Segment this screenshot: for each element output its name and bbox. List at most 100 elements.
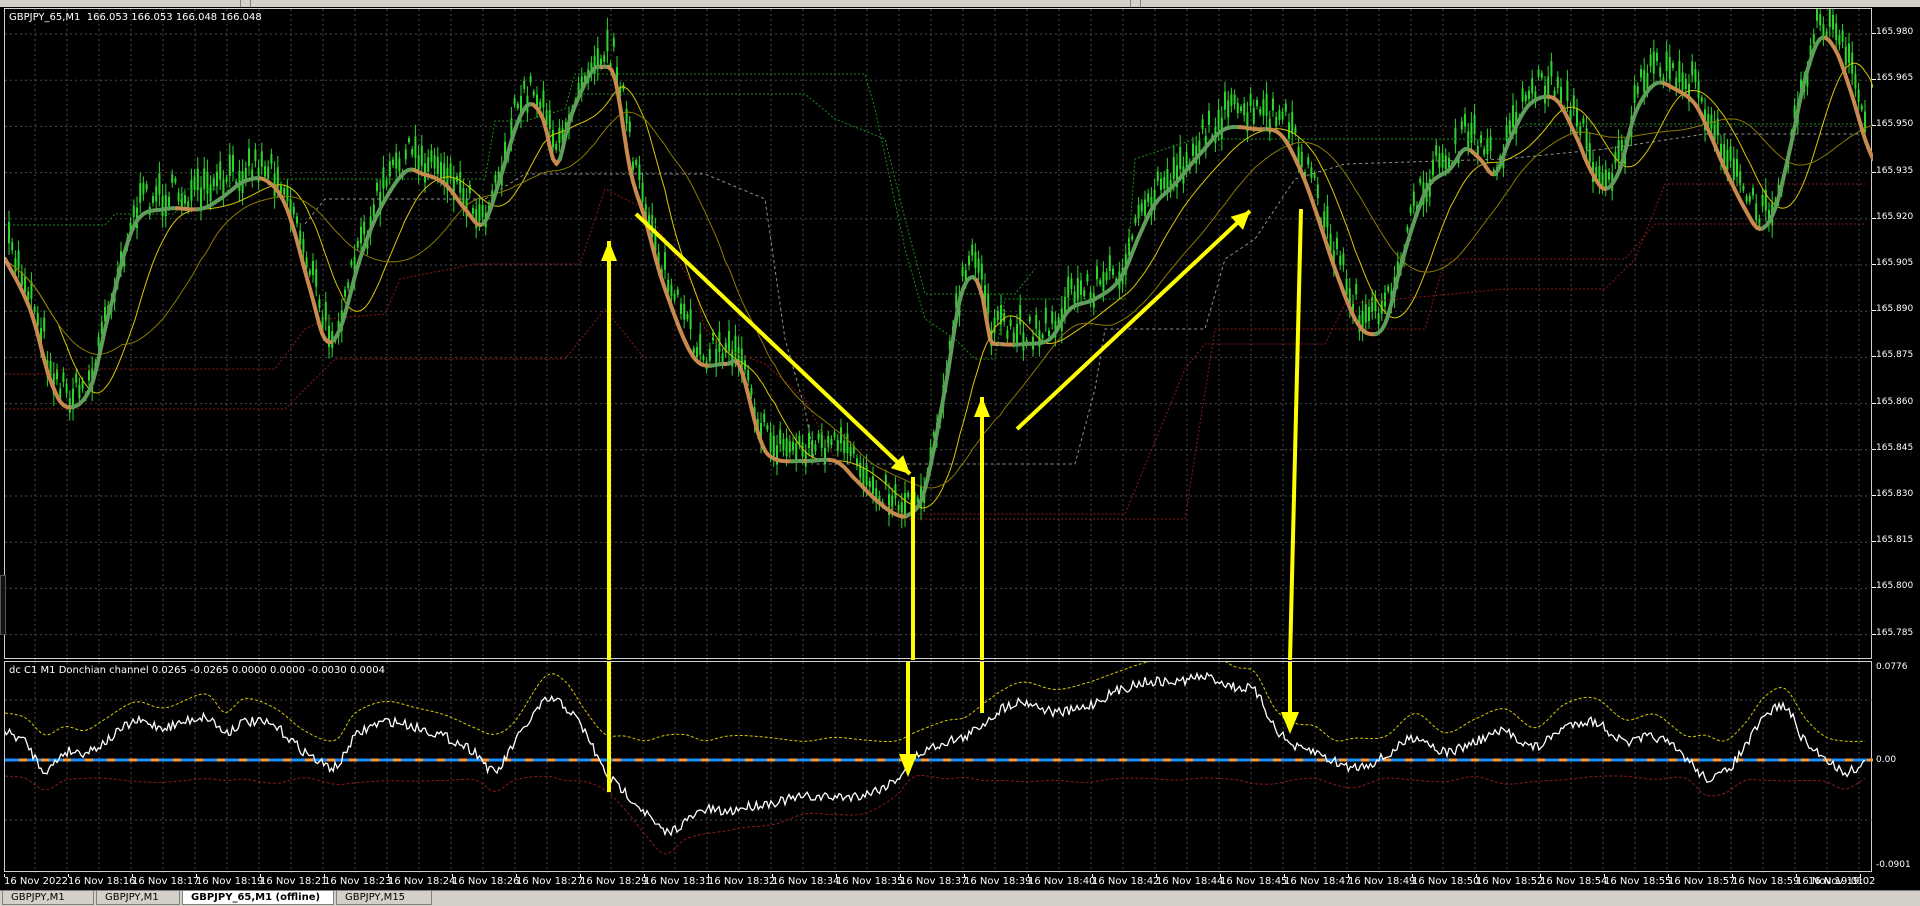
candle-body (962, 267, 964, 277)
candle-body (514, 98, 516, 104)
candle-body (1509, 120, 1511, 134)
donchian-lower-line (5, 184, 1865, 514)
pane-resize-handle[interactable] (0, 575, 6, 635)
tab-gbpjpy-65-offline[interactable]: GBPJPY_65,M1 (offline) (182, 891, 334, 905)
price-label: 165.830 (1876, 489, 1913, 499)
candle-body (376, 183, 378, 191)
candle-body (862, 468, 864, 487)
candle-body (1259, 109, 1261, 114)
candle-body (770, 433, 772, 452)
candle-body (690, 309, 692, 329)
price-label: 165.965 (1876, 73, 1913, 83)
candle-body (517, 104, 519, 108)
candle-body (1070, 279, 1072, 289)
candle-body (533, 91, 535, 95)
candle-body (1643, 70, 1645, 92)
price-label: 165.905 (1876, 258, 1913, 268)
price-label: 165.950 (1876, 119, 1913, 129)
candle-body (1406, 227, 1408, 232)
candle-body (306, 257, 308, 268)
candle-body (552, 130, 554, 148)
price-label: 165.890 (1876, 304, 1913, 314)
candle-body (296, 216, 298, 223)
candle-body (1746, 196, 1748, 201)
candle-body (1186, 152, 1188, 168)
price-axis-tick (1872, 79, 1876, 80)
candle-body (1109, 255, 1111, 271)
time-label: 16 Nov 18:57 (1668, 876, 1735, 887)
candle-body (1608, 172, 1610, 179)
candle-body (642, 183, 644, 202)
candle-body (1013, 333, 1015, 343)
candle-body (968, 256, 970, 265)
price-chart-pane[interactable]: GBPJPY_65,M1 166.053 166.053 166.048 166… (4, 8, 1872, 659)
trend-segment (483, 104, 533, 224)
candle-body (1077, 278, 1079, 300)
candle-body (206, 172, 208, 194)
candle-body (318, 299, 320, 307)
candle-body (1227, 100, 1229, 117)
candle-body (1528, 91, 1530, 100)
candle-body (635, 160, 637, 165)
candle-body (472, 208, 474, 214)
candle-body (1861, 106, 1863, 110)
candle-body (1573, 95, 1575, 108)
candle-body (66, 384, 68, 394)
candle-body (530, 76, 532, 82)
candle-body (1560, 87, 1562, 103)
candle-body (1282, 112, 1284, 120)
candle-body (168, 197, 170, 206)
tab-gbpjpy-m1-second[interactable]: GBPJPY,M1 (96, 891, 180, 905)
candle-body (1582, 118, 1584, 124)
time-label: 16 Nov 18:44 (1156, 876, 1223, 887)
tab-label: GBPJPY,M1 (105, 892, 159, 903)
candle-body (229, 155, 231, 176)
candle-body (1566, 81, 1568, 101)
candle-body (1099, 280, 1101, 284)
candle-body (1579, 126, 1581, 135)
tab-gbpjpy-m1[interactable]: GBPJPY,M1 (2, 891, 94, 905)
candle-body (194, 176, 196, 189)
candle-body (1698, 81, 1700, 98)
candle-body (1858, 89, 1860, 102)
candle-body (1605, 170, 1607, 187)
candle-body (1576, 108, 1578, 126)
candle-body (747, 370, 749, 380)
donchian-oscillator-canvas[interactable] (5, 662, 1873, 873)
candle-body (1621, 140, 1623, 151)
candle-body (350, 261, 352, 265)
candle-body (1602, 173, 1604, 187)
candle-body (178, 193, 180, 201)
candle-body (907, 493, 909, 498)
candle-body (1666, 51, 1668, 71)
indicator-pane[interactable]: dc C1 M1 Donchian channel 0.0265 -0.0265… (4, 661, 1872, 872)
candle-body (82, 381, 84, 389)
tab-label: GBPJPY,M15 (345, 892, 405, 903)
candle-body (325, 302, 327, 320)
candle-body (859, 463, 861, 478)
candle-body (1310, 167, 1312, 177)
candle-body (1445, 156, 1447, 169)
candle-body (1656, 53, 1658, 61)
tab-gbpjpy-m15[interactable]: GBPJPY,M15 (336, 891, 432, 905)
price-axis-tick (1872, 541, 1876, 542)
arrow-down-icon (636, 214, 910, 474)
oscillator-lower-band (5, 776, 1865, 854)
candle-body (677, 289, 679, 294)
candle-body (1650, 54, 1652, 66)
candle-body (699, 334, 701, 355)
price-axis-tick (1872, 403, 1876, 404)
candle-body (1845, 47, 1847, 65)
candle-body (1131, 236, 1133, 240)
candle-body (558, 128, 560, 143)
candle-body (1646, 73, 1648, 89)
candle-body (1816, 9, 1818, 21)
price-axis-tick (1872, 634, 1876, 635)
candle-body (779, 430, 781, 444)
price-label: 165.800 (1876, 581, 1913, 591)
price-chart-canvas[interactable] (5, 9, 1873, 660)
candle-body (267, 167, 269, 179)
candle-body (1166, 169, 1168, 189)
candle-body (773, 436, 775, 456)
candle-body (1733, 158, 1735, 180)
